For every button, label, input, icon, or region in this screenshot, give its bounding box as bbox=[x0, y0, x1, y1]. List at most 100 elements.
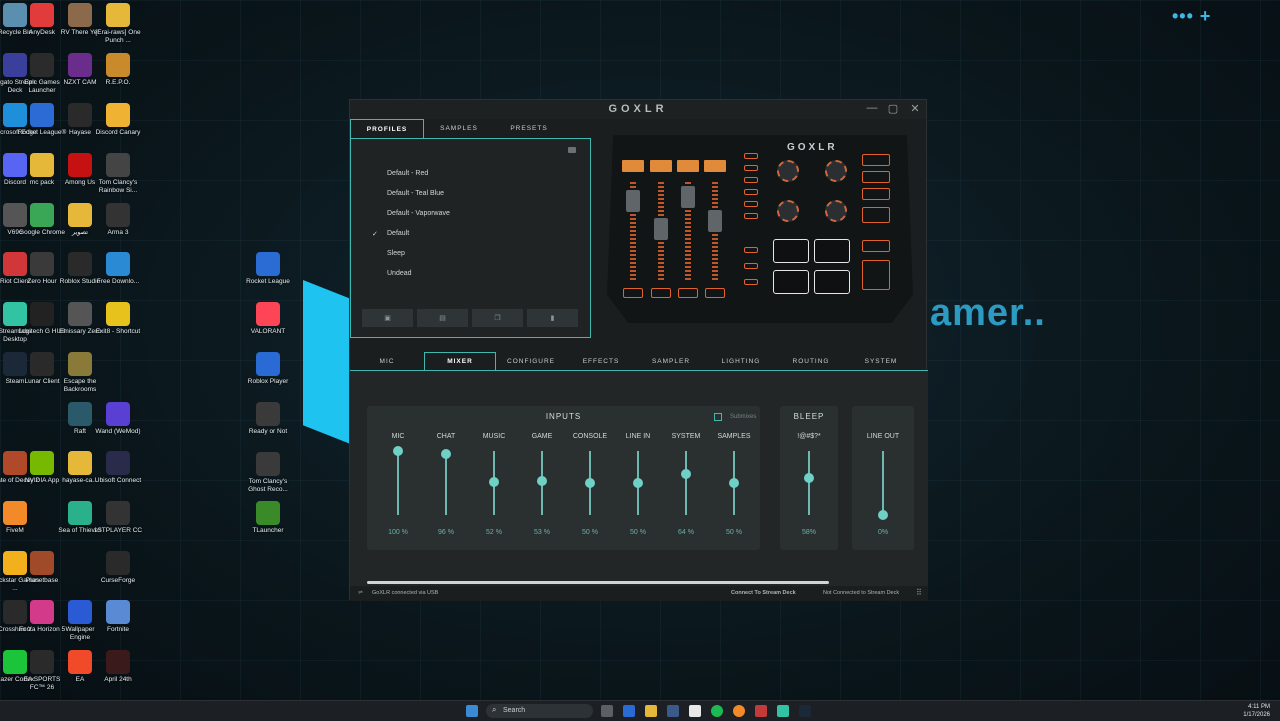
volume-slider-track[interactable] bbox=[882, 451, 884, 515]
sampler-pad[interactable] bbox=[814, 270, 850, 294]
mute-button[interactable] bbox=[862, 260, 890, 290]
volume-slider-thumb[interactable] bbox=[878, 510, 888, 520]
sampler-pad[interactable] bbox=[773, 270, 809, 294]
desktop-icon[interactable]: Roblox Player bbox=[243, 352, 293, 386]
spotify-icon[interactable] bbox=[711, 705, 723, 717]
tab-mixer[interactable]: MIXER bbox=[424, 352, 496, 370]
volume-slider-thumb[interactable] bbox=[537, 476, 547, 487]
volume-slider-thumb[interactable] bbox=[489, 476, 499, 487]
desktop-icon[interactable]: VALORANT bbox=[243, 302, 293, 336]
mixer-scrollbar[interactable] bbox=[367, 581, 829, 584]
volume-slider-track[interactable] bbox=[685, 451, 687, 515]
profile-item[interactable]: Undead bbox=[387, 270, 412, 277]
volume-slider-thumb[interactable] bbox=[804, 472, 814, 483]
device-knob[interactable] bbox=[777, 200, 799, 222]
device-button[interactable] bbox=[744, 189, 758, 195]
volume-slider-track[interactable] bbox=[397, 451, 399, 515]
profile-item[interactable]: Sleep bbox=[387, 250, 405, 257]
volume-slider-thumb[interactable] bbox=[681, 469, 691, 480]
desktop-icon[interactable]: Wand (WeMod) bbox=[93, 402, 143, 436]
volume-slider-track[interactable] bbox=[808, 451, 810, 515]
tab-configure[interactable]: CONFIGURE bbox=[496, 352, 566, 370]
start-icon[interactable] bbox=[466, 705, 478, 717]
desktop-icon[interactable]: Tom Clancy's Ghost Reco... bbox=[243, 452, 293, 493]
effect-button[interactable] bbox=[862, 171, 890, 183]
save-profile-button[interactable]: ▣ bbox=[362, 309, 413, 327]
device-knob[interactable] bbox=[825, 160, 847, 182]
desktop-icon[interactable]: R.E.P.O. bbox=[93, 53, 143, 87]
store-icon[interactable] bbox=[667, 705, 679, 717]
copy-profile-button[interactable]: ❐ bbox=[472, 309, 523, 327]
desktop-icon[interactable]: Ubisoft Connect bbox=[93, 451, 143, 485]
volume-slider-track[interactable] bbox=[445, 451, 447, 515]
desktop-icon[interactable]: TLauncher bbox=[243, 501, 293, 535]
sampler-pad[interactable] bbox=[773, 239, 809, 263]
desktop-icon[interactable]: 1STPLAYER CC bbox=[93, 501, 143, 535]
sampler-pad[interactable] bbox=[814, 239, 850, 263]
streamlabs-icon[interactable] bbox=[777, 705, 789, 717]
desktop-icon[interactable]: Rocket League bbox=[243, 252, 293, 286]
effect-button[interactable] bbox=[862, 207, 890, 223]
tab-profiles[interactable]: PROFILES bbox=[350, 119, 424, 138]
device-knob[interactable] bbox=[777, 160, 799, 182]
device-fader[interactable] bbox=[622, 160, 644, 300]
device-button[interactable] bbox=[744, 177, 758, 183]
tab-sampler[interactable]: SAMPLER bbox=[636, 352, 706, 370]
taskbar-clock[interactable]: 4:11 PM 1/17/2026 bbox=[1243, 703, 1270, 719]
device-button[interactable] bbox=[744, 153, 758, 159]
close-button[interactable]: ✕ bbox=[907, 102, 923, 115]
profile-item[interactable]: Default - Teal Blue bbox=[387, 190, 444, 197]
volume-slider-thumb[interactable] bbox=[393, 446, 403, 456]
device-button[interactable] bbox=[744, 165, 758, 171]
profile-item[interactable]: Default - Vaporwave bbox=[387, 210, 450, 217]
desktop-icon[interactable]: Arma 3 bbox=[93, 203, 143, 237]
effect-button[interactable] bbox=[862, 188, 890, 200]
device-fader[interactable] bbox=[704, 160, 726, 300]
device-button[interactable] bbox=[744, 279, 758, 285]
desktop-icon[interactable]: Tom Clancy's Rainbow Si... bbox=[93, 153, 143, 194]
browser-icon[interactable] bbox=[733, 705, 745, 717]
tab-routing[interactable]: ROUTING bbox=[776, 352, 846, 370]
tab-presets[interactable]: PRESETS bbox=[494, 119, 564, 138]
device-button[interactable] bbox=[744, 247, 758, 253]
goxlr-taskbar-icon[interactable] bbox=[755, 705, 767, 717]
resize-grip-icon[interactable]: ⠿ bbox=[916, 588, 922, 597]
desktop-icon[interactable]: FiveM bbox=[0, 501, 40, 535]
effect-button[interactable] bbox=[862, 240, 890, 252]
desktop-icon[interactable]: Planetbase bbox=[17, 551, 67, 585]
widget-menu-icon[interactable]: ••• + bbox=[1172, 6, 1211, 27]
desktop-icon[interactable]: Exit8 - Shortcut bbox=[93, 302, 143, 336]
tab-mic[interactable]: MIC bbox=[350, 352, 424, 370]
title-bar[interactable]: GOXLR — ▢ ✕ bbox=[350, 100, 926, 119]
desktop-icon[interactable]: April 24th bbox=[93, 650, 143, 684]
effect-button[interactable] bbox=[862, 154, 890, 166]
new-profile-button[interactable]: ▤ bbox=[417, 309, 468, 327]
device-button[interactable] bbox=[744, 213, 758, 219]
tab-lighting[interactable]: LIGHTING bbox=[706, 352, 776, 370]
volume-slider-thumb[interactable] bbox=[585, 478, 595, 488]
delete-profile-button[interactable]: ▮ bbox=[527, 309, 578, 327]
desktop-icon[interactable]: Free Downlo... bbox=[93, 252, 143, 286]
connect-stream-deck-link[interactable]: Connect To Stream Deck bbox=[731, 590, 796, 596]
minimize-button[interactable]: — bbox=[864, 102, 880, 114]
steam-icon[interactable] bbox=[799, 705, 811, 717]
device-button[interactable] bbox=[744, 201, 758, 207]
maximize-button[interactable]: ▢ bbox=[885, 102, 901, 115]
task-view-icon[interactable] bbox=[601, 705, 613, 717]
desktop-icon[interactable]: Discord Canary bbox=[93, 103, 143, 137]
desktop-icon[interactable]: CurseForge bbox=[93, 551, 143, 585]
volume-slider-thumb[interactable] bbox=[441, 448, 451, 459]
device-fader[interactable] bbox=[650, 160, 672, 300]
volume-slider-thumb[interactable] bbox=[729, 478, 739, 488]
volume-slider-thumb[interactable] bbox=[633, 478, 643, 488]
folder-icon[interactable] bbox=[568, 147, 576, 153]
file-explorer-icon[interactable] bbox=[645, 705, 657, 717]
tab-samples[interactable]: SAMPLES bbox=[424, 119, 494, 138]
desktop-icon[interactable]: Ready or Not bbox=[243, 402, 293, 436]
device-fader[interactable] bbox=[677, 160, 699, 300]
profile-item-selected[interactable]: Default bbox=[387, 230, 409, 237]
device-button[interactable] bbox=[744, 263, 758, 269]
device-knob[interactable] bbox=[825, 200, 847, 222]
taskbar-search[interactable]: ⌕ Search bbox=[486, 704, 593, 718]
tab-system[interactable]: SYSTEM bbox=[846, 352, 916, 370]
